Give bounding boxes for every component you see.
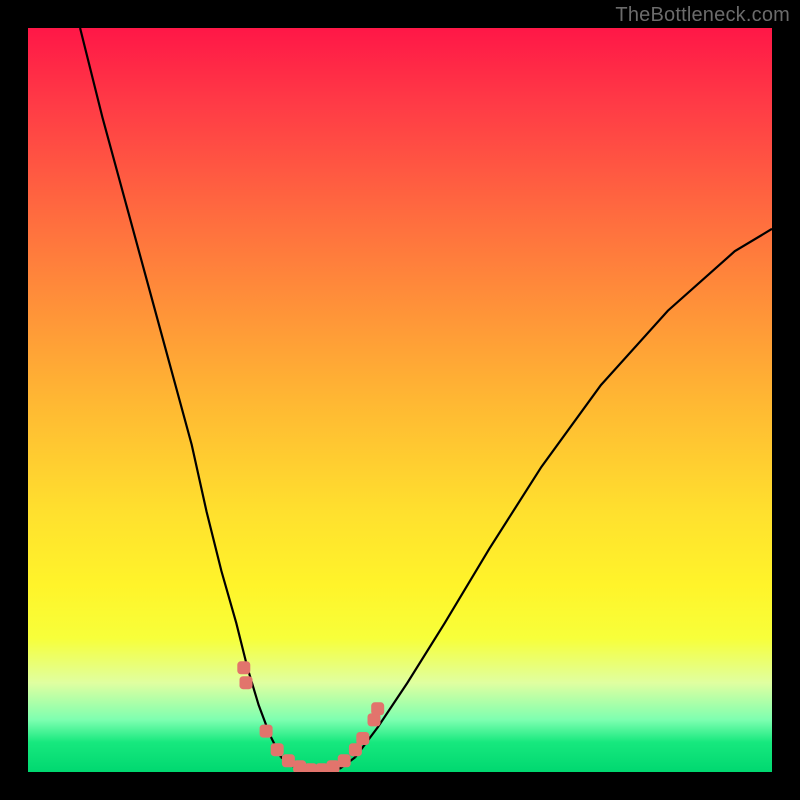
marker-point [240,677,252,689]
sample-markers [238,662,384,772]
curve-right-branch [355,229,772,757]
marker-point [260,725,272,737]
marker-point [238,662,250,674]
bottleneck-curve-chart [28,28,772,772]
marker-point [294,761,306,772]
marker-point [316,764,328,772]
watermark-text: TheBottleneck.com [615,4,790,27]
marker-point [327,761,339,772]
marker-point [282,755,294,767]
curve-group [80,28,772,772]
marker-point [357,733,369,745]
marker-point [271,744,283,756]
marker-point [372,703,384,715]
marker-point [368,714,380,726]
marker-point [305,764,317,772]
marker-point [338,755,350,767]
marker-point [349,744,361,756]
curve-left-branch [80,28,281,757]
